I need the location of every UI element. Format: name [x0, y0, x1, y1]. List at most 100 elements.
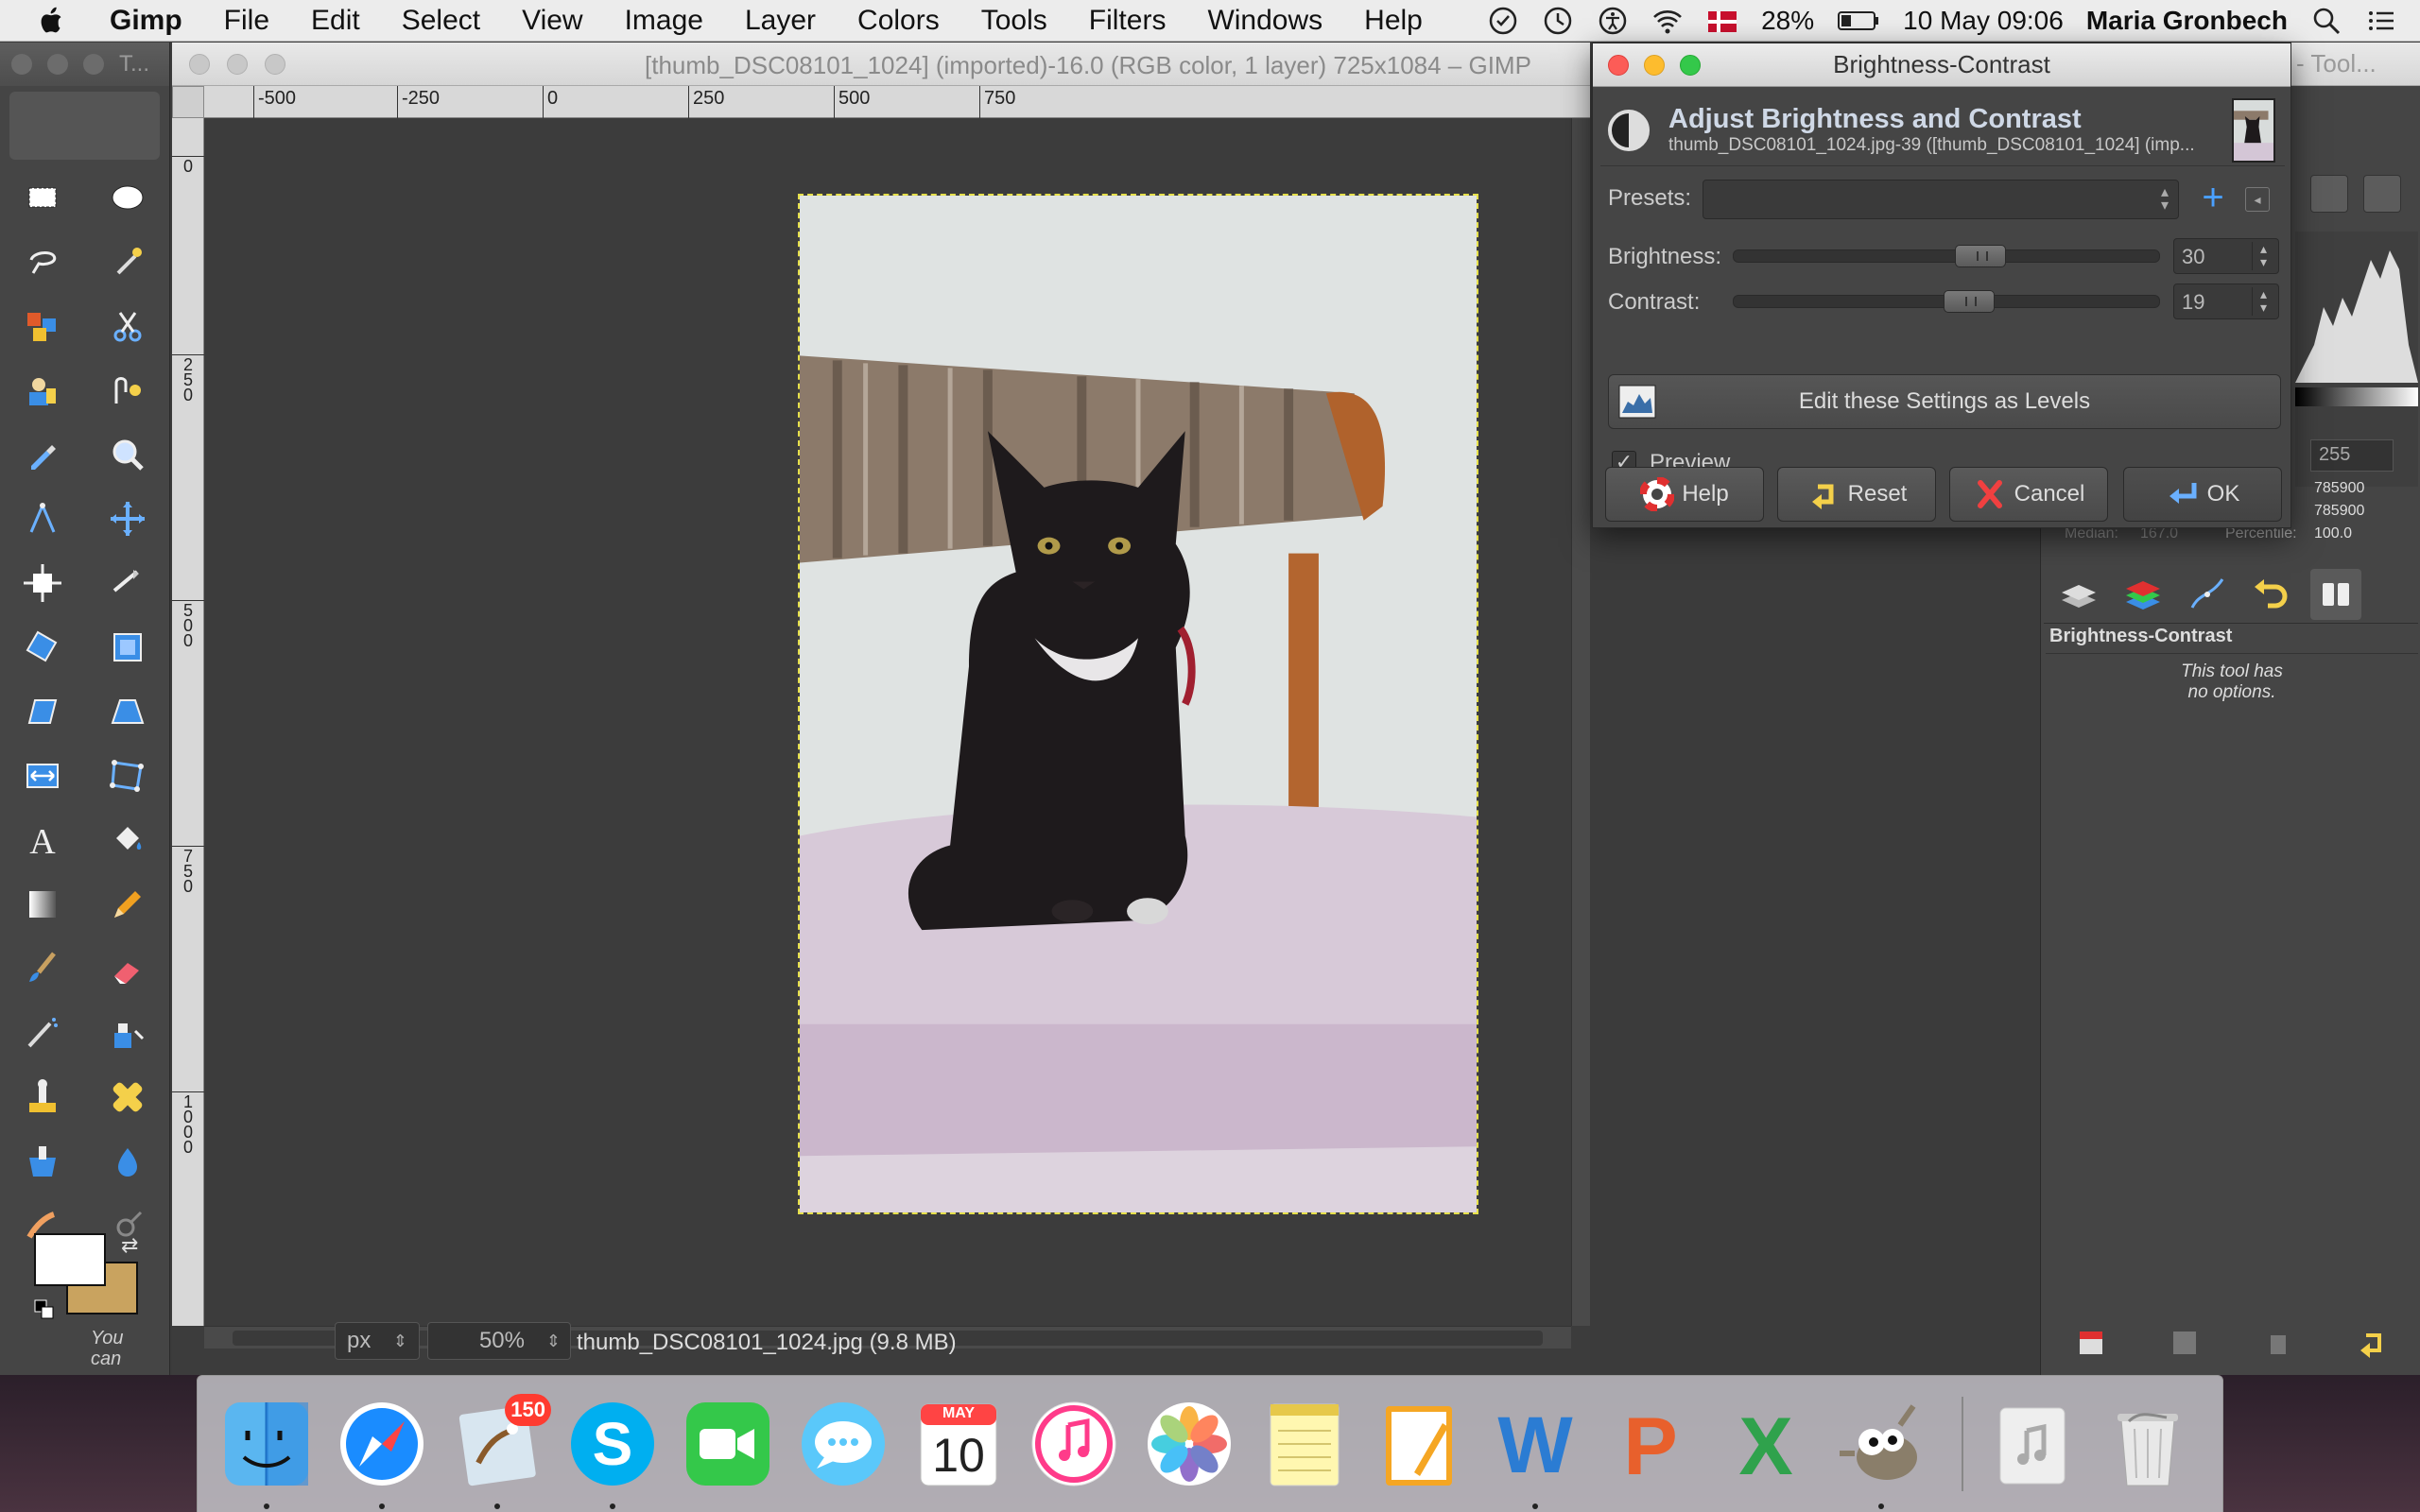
image-canvas[interactable] — [204, 118, 1571, 1326]
image-window-zoom-button[interactable] — [265, 53, 285, 75]
histogram-max-field[interactable]: 255 — [2310, 439, 2394, 472]
rotate-tool[interactable] — [0, 615, 85, 679]
zoom-tool[interactable] — [85, 422, 170, 487]
flip-tool[interactable] — [0, 744, 85, 808]
contrast-slider-handle[interactable] — [1944, 290, 1995, 313]
vertical-scrollbar[interactable] — [1571, 118, 1590, 1326]
dialog-zoom-button[interactable] — [1680, 54, 1701, 76]
apple-menu-icon[interactable] — [34, 3, 70, 39]
tool-options-tab-icon[interactable] — [2310, 568, 2361, 620]
finder-dock-icon[interactable] — [215, 1392, 319, 1509]
calendar-dock-icon[interactable]: MAY 10 — [907, 1392, 1011, 1496]
menu-windows[interactable]: Windows — [1186, 0, 1343, 42]
kitten-photo[interactable] — [798, 194, 1478, 1214]
pencil-tool[interactable] — [85, 872, 170, 936]
vertical-ruler[interactable]: 0 2 5 0 5 0 0 7 5 0 1 0 0 0 — [172, 118, 204, 1326]
spotlight-search-icon[interactable] — [2310, 5, 2342, 37]
channels-tab-icon[interactable] — [2118, 569, 2169, 620]
paths-tab-icon[interactable] — [2182, 569, 2233, 620]
crop-tool[interactable] — [85, 551, 170, 615]
menu-colors[interactable]: Colors — [837, 0, 960, 42]
measure-tool[interactable] — [0, 487, 85, 551]
scissors-select-tool[interactable] — [85, 294, 170, 358]
restore-options-icon[interactable] — [2169, 1328, 2200, 1363]
contrast-spinbox[interactable]: 19 ▴ ▾ — [2173, 284, 2279, 319]
move-tool[interactable] — [85, 487, 170, 551]
zoom-selector[interactable]: 50% ⇕ — [427, 1322, 571, 1360]
cage-transform-tool[interactable] — [85, 744, 170, 808]
photos-dock-icon[interactable] — [1137, 1392, 1241, 1496]
brightness-slider[interactable] — [1733, 245, 2160, 267]
swap-colors-icon[interactable]: ⇄ — [121, 1233, 146, 1258]
undo-history-tab-icon[interactable] — [2246, 569, 2297, 620]
log-histogram-button[interactable] — [2363, 175, 2401, 213]
dialog-titlebar[interactable]: Brightness-Contrast — [1593, 43, 2290, 87]
menubar-clock[interactable]: 10 May 09:06 — [1903, 6, 2064, 36]
fuzzy-select-tool[interactable] — [85, 230, 170, 294]
skype-dock-icon[interactable]: S — [561, 1392, 665, 1509]
foreground-select-tool[interactable] — [0, 358, 85, 422]
perspective-clone-tool[interactable] — [0, 1129, 85, 1194]
word-dock-icon[interactable]: W — [1483, 1392, 1587, 1509]
pages-dock-icon[interactable] — [1368, 1392, 1472, 1496]
healing-tool[interactable] — [85, 1065, 170, 1129]
image-window-minimize-button[interactable] — [227, 53, 248, 75]
app-menu-gimp[interactable]: Gimp — [89, 0, 203, 42]
paths-tool[interactable] — [85, 358, 170, 422]
music-folder-dock-icon[interactable] — [1980, 1392, 2084, 1496]
dialog-minimize-button[interactable] — [1644, 54, 1665, 76]
alignment-tool[interactable] — [0, 551, 85, 615]
brightness-spinbox[interactable]: 30 ▴ ▾ — [2173, 238, 2279, 274]
image-window-close-button[interactable] — [189, 53, 210, 75]
ellipse-select-tool[interactable] — [85, 165, 170, 230]
brightness-slider-handle[interactable] — [1955, 245, 2006, 267]
menu-view[interactable]: View — [501, 0, 603, 42]
battery-icon[interactable] — [1837, 5, 1880, 37]
gimp-dock-icon[interactable] — [1829, 1392, 1933, 1509]
excel-dock-icon[interactable]: X — [1714, 1392, 1818, 1496]
contrast-stepper-icon[interactable]: ▴ ▾ — [2252, 287, 2274, 316]
free-select-tool[interactable] — [0, 230, 85, 294]
image-window-titlebar[interactable]: [thumb_DSC08101_1024] (imported)-16.0 (R… — [172, 43, 1590, 86]
presets-combo[interactable]: ▴ ▾ — [1703, 180, 2179, 219]
menu-select[interactable]: Select — [381, 0, 501, 42]
help-button[interactable]: Help — [1605, 467, 1764, 522]
menu-tools[interactable]: Tools — [960, 0, 1068, 42]
reset-button[interactable]: Reset — [1777, 467, 1936, 522]
messages-dock-icon[interactable] — [791, 1392, 895, 1496]
mail-dock-icon[interactable]: 150 — [445, 1392, 551, 1509]
cancel-button[interactable]: Cancel — [1949, 467, 2108, 522]
ink-tool[interactable] — [85, 1001, 170, 1065]
rect-select-tool[interactable] — [0, 165, 85, 230]
reset-options-icon[interactable] — [2357, 1328, 2387, 1363]
eraser-tool[interactable] — [85, 936, 170, 1001]
danish-flag-icon[interactable] — [1706, 5, 1738, 37]
bucket-fill-tool[interactable] — [85, 808, 170, 872]
clone-tool[interactable] — [0, 1065, 85, 1129]
itunes-dock-icon[interactable] — [1022, 1392, 1126, 1496]
paintbrush-tool[interactable] — [0, 936, 85, 1001]
edit-as-levels-button[interactable]: Edit these Settings as Levels — [1608, 374, 2281, 429]
menu-layer[interactable]: Layer — [724, 0, 837, 42]
linear-histogram-button[interactable] — [2310, 175, 2348, 213]
text-tool[interactable]: A — [0, 808, 85, 872]
quick-mask-corner[interactable] — [172, 86, 204, 118]
ok-button[interactable]: OK — [2123, 467, 2282, 522]
blur-sharpen-tool[interactable] — [85, 1129, 170, 1194]
horizontal-ruler[interactable]: -500 -250 0 250 500 750 — [204, 86, 1590, 118]
dialog-close-button[interactable] — [1608, 54, 1629, 76]
accessibility-icon[interactable] — [1597, 5, 1629, 37]
facetime-dock-icon[interactable] — [676, 1392, 780, 1496]
menu-image[interactable]: Image — [604, 0, 724, 42]
notes-dock-icon[interactable] — [1253, 1392, 1357, 1496]
presets-menu-icon[interactable]: ◂ — [2245, 187, 2270, 212]
delete-options-icon[interactable] — [2263, 1328, 2293, 1363]
toolbox-titlebar[interactable]: T... — [0, 43, 169, 86]
trash-dock-icon[interactable] — [2096, 1392, 2200, 1496]
shear-tool[interactable] — [0, 679, 85, 744]
save-options-icon[interactable] — [2076, 1328, 2106, 1363]
brightness-stepper-icon[interactable]: ▴ ▾ — [2252, 242, 2274, 270]
safari-dock-icon[interactable] — [330, 1392, 434, 1509]
notification-center-icon[interactable] — [2365, 5, 2397, 37]
powerpoint-dock-icon[interactable]: P — [1599, 1392, 1703, 1496]
